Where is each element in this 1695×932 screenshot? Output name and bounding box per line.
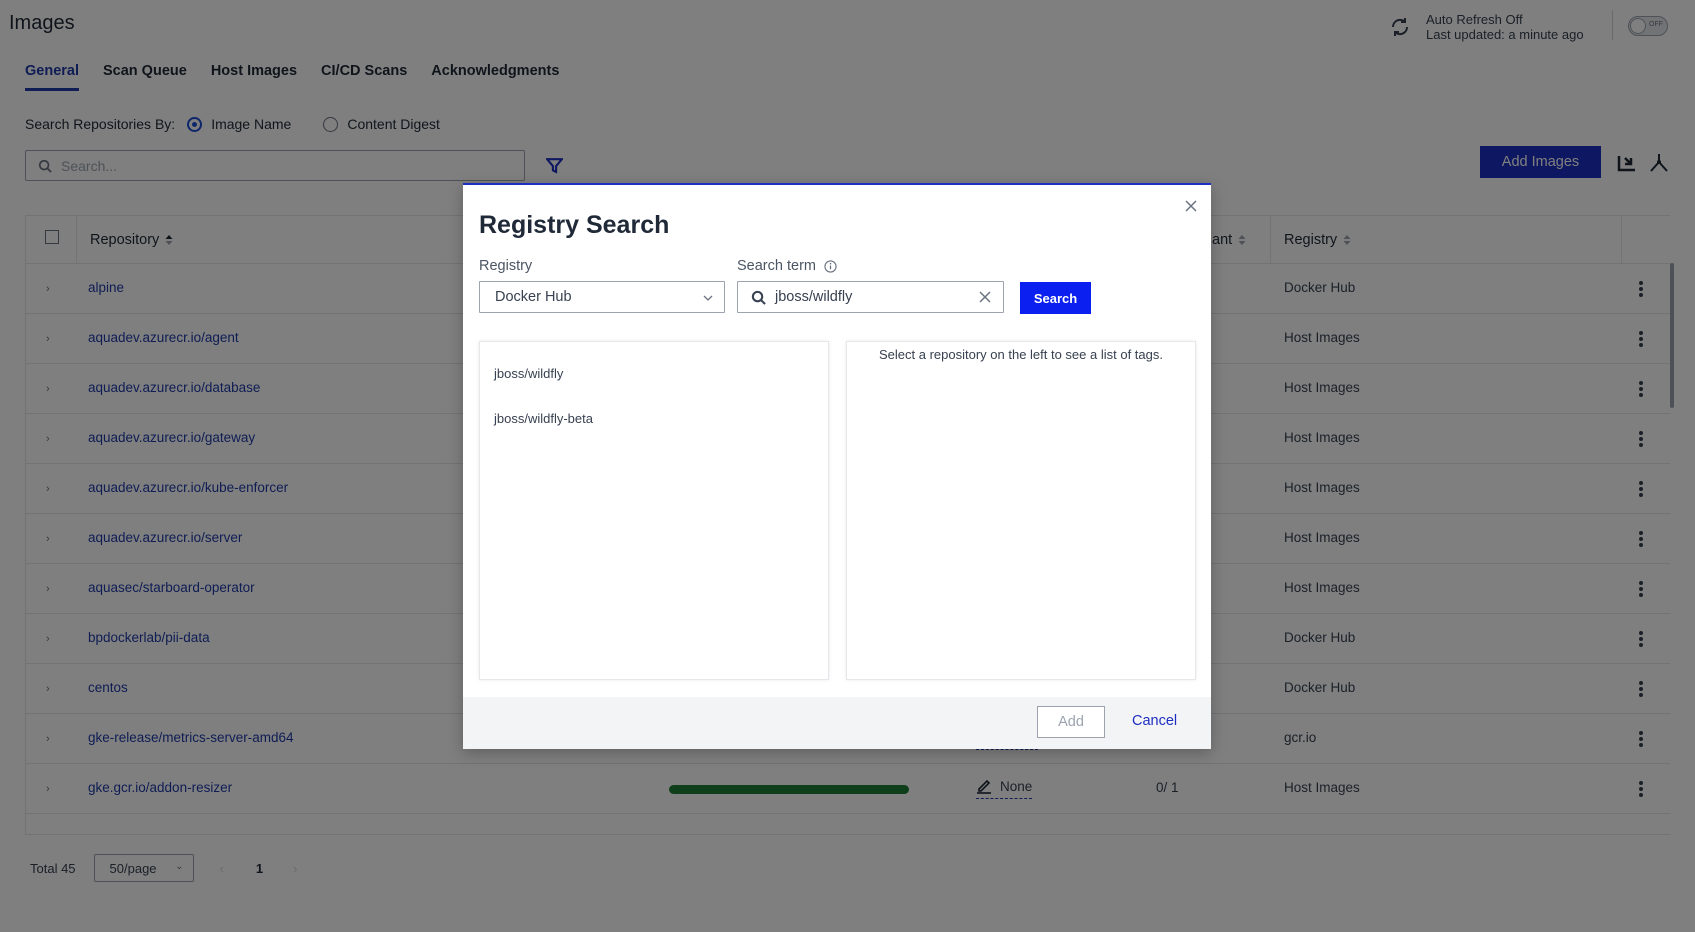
close-icon[interactable] [1184,199,1198,213]
dialog-footer: Add Cancel [463,697,1211,749]
registry-select-value: Docker Hub [495,289,572,305]
registry-search-dialog: Registry Search Registry Docker Hub Sear… [463,183,1211,749]
add-button[interactable]: Add [1037,706,1105,738]
tags-panel: Select a repository on the left to see a… [846,341,1196,680]
info-icon[interactable] [824,259,837,273]
search-term-label: Search term [737,258,816,274]
search-button[interactable]: Search [1020,282,1091,314]
result-item[interactable]: jboss/wildfly-beta [494,411,593,426]
search-term-value: jboss/wildfly [775,289,853,305]
tags-hint: Select a repository on the left to see a… [879,347,1163,362]
search-icon [751,290,766,305]
registry-label: Registry [479,258,533,274]
search-term-field-label: Search term [737,258,837,274]
repository-results-panel: jboss/wildfly jboss/wildfly-beta [479,341,829,680]
cancel-button[interactable]: Cancel [1132,713,1177,729]
search-term-input[interactable]: jboss/wildfly [737,281,1004,313]
registry-select[interactable]: Docker Hub [479,281,725,313]
result-item[interactable]: jboss/wildfly [494,366,563,381]
registry-field-label: Registry [479,258,532,274]
dialog-title: Registry Search [479,211,670,239]
chevron-down-icon [703,295,713,301]
clear-icon[interactable] [978,290,992,304]
